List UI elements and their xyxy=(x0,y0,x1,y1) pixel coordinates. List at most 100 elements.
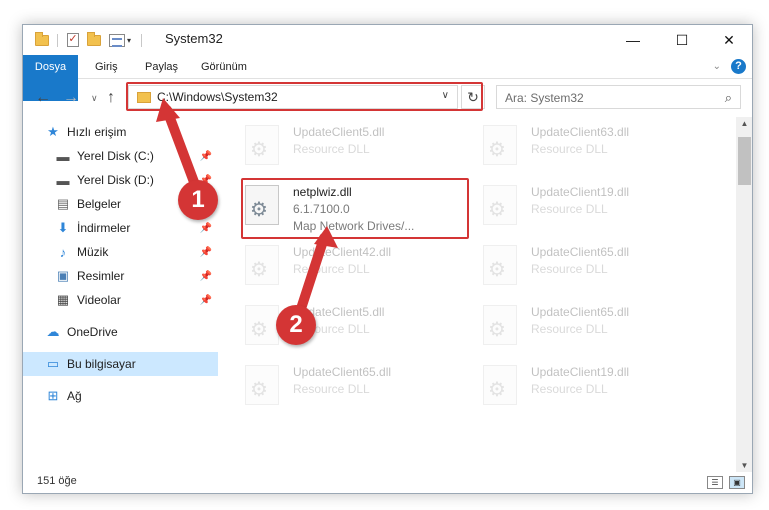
dll-file-icon: ⚙ xyxy=(245,245,279,285)
recent-locations-chevron-icon[interactable]: ∨ xyxy=(91,87,98,109)
dll-file-icon: ⚙ xyxy=(245,305,279,345)
sidebar-item-label: Müzik xyxy=(77,245,109,259)
pictures-icon: ▣ xyxy=(56,268,70,283)
expand-ribbon-chevron-icon[interactable]: ⌄ xyxy=(713,61,721,72)
dll-file-icon: ⚙ xyxy=(483,305,517,345)
sidebar-item-this-pc[interactable]: ▭ Bu bilgisayar xyxy=(23,352,218,376)
sidebar-item-pictures[interactable]: ▣ Resimler 📌 xyxy=(23,264,218,288)
close-icon: ✕ xyxy=(723,31,735,48)
properties-check-icon[interactable]: ✓ xyxy=(67,32,79,48)
music-icon: ♪ xyxy=(59,244,67,260)
search-input[interactable]: Ara: System32 ⌕ xyxy=(496,85,741,109)
sidebar-item-label: Videolar xyxy=(77,293,121,307)
file-description: Resource DLL xyxy=(531,382,608,396)
star-icon: ★ xyxy=(47,124,59,139)
sidebar-item-label: Bu bilgisayar xyxy=(67,357,136,371)
file-item[interactable]: ⚙ UpdateClient19.dll Resource DLL xyxy=(475,183,705,229)
minimize-icon: — xyxy=(626,32,640,48)
dll-file-icon: ⚙ xyxy=(483,245,517,285)
file-list: ⚙ UpdateClient5.dll Resource DLL ⚙ Updat… xyxy=(229,117,734,472)
file-description: Resource DLL xyxy=(531,262,608,276)
sidebar-item-network[interactable]: ⊞ Ağ xyxy=(23,384,218,408)
cloud-icon: ☁ xyxy=(46,324,60,339)
computer-icon: ▭ xyxy=(46,356,60,371)
sidebar-item-label: Hızlı erişim xyxy=(67,125,127,139)
pin-icon: 📌 xyxy=(199,270,212,282)
close-button[interactable]: ✕ xyxy=(706,25,752,55)
scroll-up-icon[interactable]: ▲ xyxy=(736,119,752,128)
scrollbar-thumb[interactable] xyxy=(738,137,751,185)
drive-icon: ▬ xyxy=(56,148,70,164)
file-item[interactable]: ⚙ UpdateClient65.dll Resource DLL xyxy=(475,303,705,349)
file-name: UpdateClient63.dll xyxy=(531,125,630,139)
folder-icon xyxy=(35,31,49,48)
file-name: UpdateClient19.dll xyxy=(531,365,630,379)
file-description: Resource DLL xyxy=(531,142,608,156)
minimize-button[interactable]: — xyxy=(610,25,656,55)
step-2-badge: 2 xyxy=(276,305,316,345)
qa-separator-2 xyxy=(141,32,142,48)
file-name: UpdateClient5.dll xyxy=(293,125,385,139)
file-item[interactable]: ⚙ UpdateClient5.dll Resource DLL xyxy=(237,123,467,169)
video-icon: ▦ xyxy=(56,292,70,307)
up-arrow-icon[interactable]: ↑ xyxy=(107,87,115,109)
file-description: Resource DLL xyxy=(531,202,608,216)
forward-arrow-icon[interactable]: → xyxy=(63,87,79,109)
sidebar-item-music[interactable]: ♪ Müzik 📌 xyxy=(23,240,218,264)
details-view-icon[interactable]: ☰ xyxy=(707,476,723,489)
pin-icon: 📌 xyxy=(199,294,212,306)
network-icon: ⊞ xyxy=(47,388,59,403)
vertical-scrollbar[interactable]: ▲ ▼ xyxy=(736,117,752,472)
navigation-pane: ★ Hızlı erişim ▬ Yerel Disk (C:) 📌 ▬ Yer… xyxy=(23,120,218,470)
file-name: UpdateClient65.dll xyxy=(293,365,392,379)
window-title: System32 xyxy=(165,31,223,46)
status-bar: 151 öğe ☰ ▣ xyxy=(23,472,752,493)
file-description: Resource DLL xyxy=(293,262,370,276)
scroll-down-icon[interactable]: ▼ xyxy=(736,461,752,470)
maximize-icon: ☐ xyxy=(675,31,689,48)
file-description: Resource DLL xyxy=(293,142,370,156)
customize-dropdown-icon[interactable]: ▾ xyxy=(127,32,131,48)
sidebar-item-videos[interactable]: ▦ Videolar 📌 xyxy=(23,288,218,312)
file-item[interactable]: ⚙ UpdateClient65.dll Resource DLL xyxy=(475,243,705,289)
dll-file-icon: ⚙ xyxy=(483,185,517,225)
qa-separator xyxy=(57,32,58,48)
file-description: Resource DLL xyxy=(531,322,608,336)
sidebar-item-label: İndirmeler xyxy=(77,221,131,235)
file-description: Resource DLL xyxy=(293,382,370,396)
document-icon: ▤ xyxy=(56,196,70,211)
maximize-button[interactable]: ☐ xyxy=(659,25,705,55)
dll-file-icon: ⚙ xyxy=(245,125,279,165)
file-name: UpdateClient42.dll xyxy=(293,245,392,259)
new-folder-icon[interactable] xyxy=(87,31,101,48)
dropdown-glyph: ▾ xyxy=(127,35,132,45)
pin-icon: 📌 xyxy=(199,222,212,234)
sidebar-item-label: Yerel Disk (C:) xyxy=(77,149,154,163)
sidebar-item-onedrive[interactable]: ☁ OneDrive xyxy=(23,320,218,344)
sidebar-item-downloads[interactable]: ⬇ İndirmeler 📌 xyxy=(23,216,218,240)
file-item[interactable]: ⚙ UpdateClient5.dll Resource DLL xyxy=(237,303,467,349)
address-bar-highlight xyxy=(126,82,483,111)
dll-file-icon: ⚙ xyxy=(483,365,517,405)
dll-file-icon: ⚙ xyxy=(483,125,517,165)
file-name: UpdateClient65.dll xyxy=(531,245,630,259)
step-1-badge: 1 xyxy=(178,180,218,220)
file-name: UpdateClient19.dll xyxy=(531,185,630,199)
sidebar-item-local-disk-c[interactable]: ▬ Yerel Disk (C:) 📌 xyxy=(23,144,218,168)
tab-share[interactable]: Paylaş xyxy=(145,55,178,79)
drive-icon: ▬ xyxy=(56,172,70,188)
tab-home[interactable]: Giriş xyxy=(95,55,118,79)
file-item[interactable]: ⚙ UpdateClient19.dll Resource DLL xyxy=(475,363,705,409)
help-icon[interactable]: ? xyxy=(731,59,746,74)
back-arrow-icon[interactable]: ← xyxy=(35,87,51,109)
tab-view[interactable]: Görünüm xyxy=(201,55,247,79)
sidebar-item-label: Ağ xyxy=(67,389,82,403)
large-icons-view-icon[interactable]: ▣ xyxy=(729,476,745,489)
file-item[interactable]: ⚙ UpdateClient65.dll Resource DLL xyxy=(237,363,467,409)
file-highlight xyxy=(241,178,469,239)
file-item[interactable]: ⚙ UpdateClient42.dll Resource DLL xyxy=(237,243,467,289)
file-item[interactable]: ⚙ UpdateClient63.dll Resource DLL xyxy=(475,123,705,169)
search-placeholder: Ara: System32 xyxy=(505,91,584,105)
sidebar-item-quick-access[interactable]: ★ Hızlı erişim xyxy=(23,120,218,144)
properties-icon[interactable] xyxy=(109,32,125,48)
